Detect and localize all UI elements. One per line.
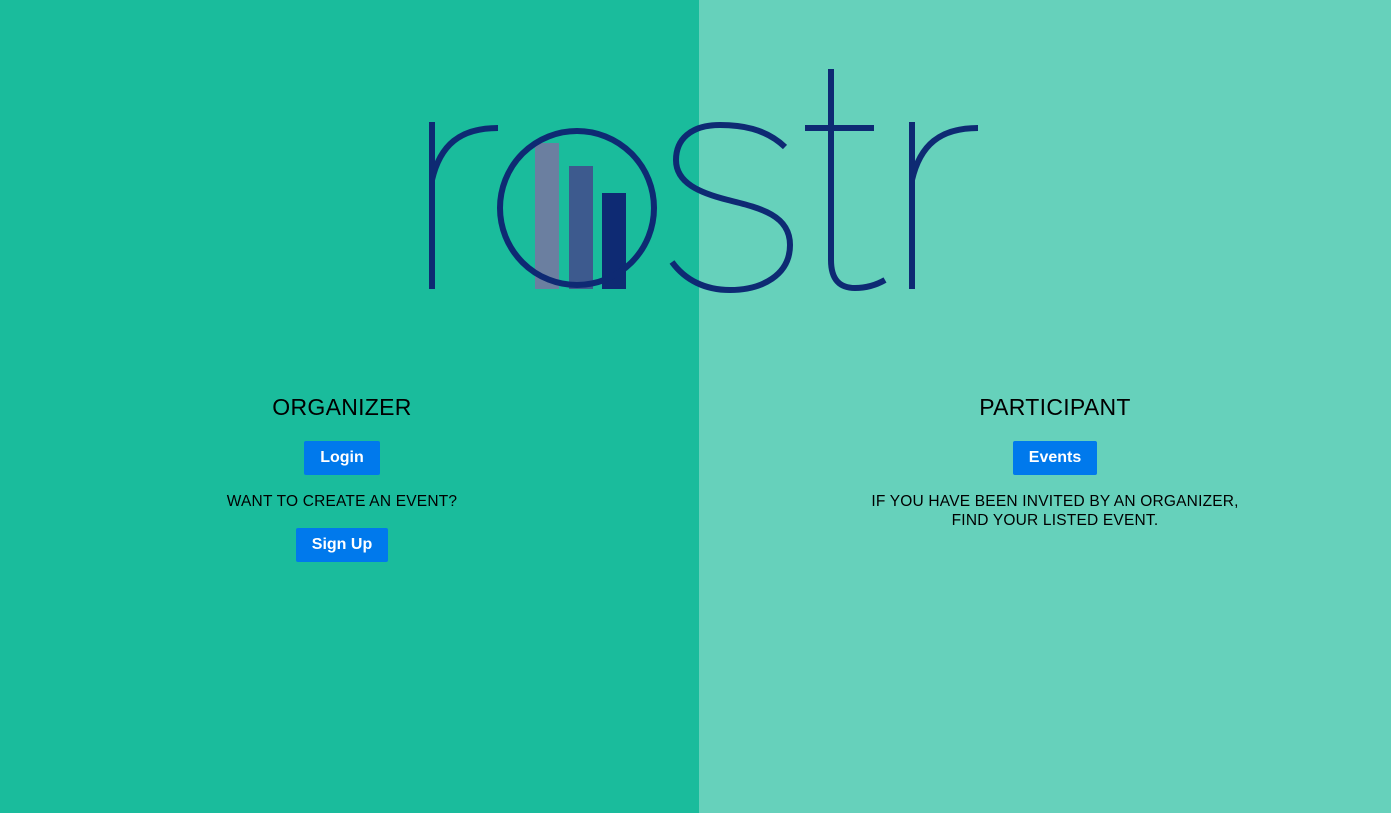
- signup-button[interactable]: Sign Up: [295, 528, 389, 562]
- participant-note-line-1: IF YOU HAVE BEEN INVITED BY AN ORGANIZER…: [871, 493, 1239, 510]
- logo-letter-s: [669, 121, 794, 294]
- organizer-heading: ORGANIZER: [272, 394, 412, 420]
- events-button[interactable]: Events: [1012, 441, 1098, 475]
- participant-heading: PARTICIPANT: [979, 394, 1131, 420]
- rostr-logo: [429, 69, 979, 294]
- logo-bar-1: [535, 143, 559, 289]
- participant-note: IF YOU HAVE BEEN INVITED BY AN ORGANIZER…: [699, 492, 1391, 530]
- login-button[interactable]: Login: [304, 441, 380, 475]
- landing-page: ORGANIZER Login WANT TO CREATE AN EVENT?…: [0, 0, 1391, 813]
- logo-bar-2: [569, 166, 593, 289]
- participant-section: PARTICIPANT Events IF YOU HAVE BEEN INVI…: [699, 392, 1391, 530]
- organizer-section: ORGANIZER Login WANT TO CREATE AN EVENT?…: [0, 392, 684, 562]
- participant-note-line-2: FIND YOUR LISTED EVENT.: [951, 512, 1159, 529]
- create-event-prompt: WANT TO CREATE AN EVENT?: [226, 493, 458, 510]
- logo-letter-t: [828, 69, 887, 292]
